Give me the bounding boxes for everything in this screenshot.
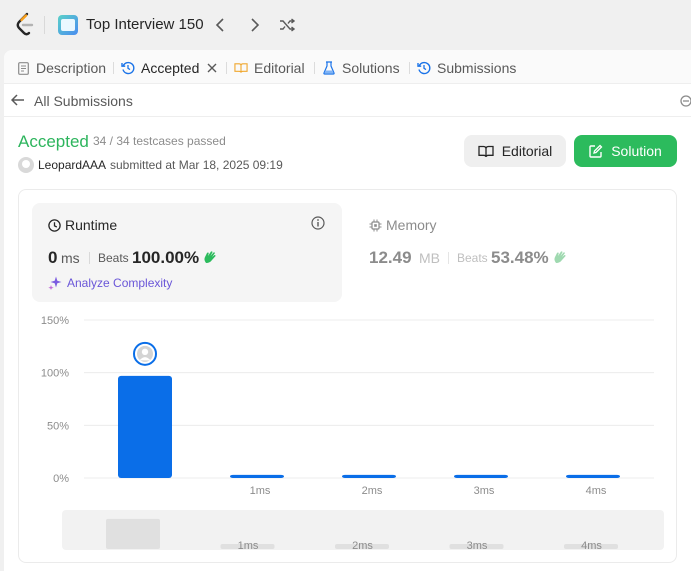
chevron-left-icon — [215, 18, 224, 32]
random-problem-button[interactable] — [276, 14, 298, 36]
avatar[interactable] — [18, 157, 34, 173]
share-icon[interactable] — [679, 94, 691, 108]
runtime-title: Runtime — [48, 217, 117, 233]
x-tick-label: 1ms — [250, 485, 271, 497]
study-plan-title[interactable]: Top Interview 150 — [86, 16, 204, 33]
chart-bar[interactable] — [118, 375, 172, 478]
runtime-value: 0 — [48, 248, 58, 267]
memory-beats-percent: 53.48% — [491, 248, 549, 267]
y-tick-label: 0% — [53, 473, 69, 485]
overview-tick-label: 3ms — [467, 540, 488, 552]
overview-tick-label: 4ms — [581, 540, 602, 552]
memory-beats-label: Beats — [457, 251, 488, 265]
chart-bar[interactable] — [230, 474, 284, 478]
overview-bar — [106, 518, 160, 549]
tab-divider — [314, 62, 315, 74]
tab-label: Accepted — [141, 60, 200, 76]
x-tick-label: 3ms — [474, 485, 495, 497]
arrow-left-icon[interactable] — [11, 94, 25, 106]
book-icon — [478, 145, 494, 157]
tab-bar: Description Accepted Editorial Solutions — [4, 50, 691, 84]
study-plan-icon[interactable] — [58, 15, 78, 35]
submissions-subbar: All Submissions — [4, 84, 691, 117]
divider — [44, 16, 45, 34]
memory-value: 12.49 — [369, 248, 412, 267]
solution-button-label: Solution — [611, 143, 662, 159]
history-icon — [121, 61, 135, 75]
editorial-button-label: Editorial — [501, 143, 553, 159]
all-submissions-link[interactable]: All Submissions — [34, 93, 133, 109]
previous-problem-button[interactable] — [209, 14, 231, 36]
submitted-time: submitted at Mar 18, 2025 09:19 — [110, 158, 283, 172]
overview-tick-label: 2ms — [352, 540, 373, 552]
avatar-head — [141, 348, 149, 356]
sparkle-icon — [48, 276, 62, 290]
y-tick-label: 50% — [47, 420, 69, 432]
divider — [89, 252, 90, 264]
chevron-right-icon — [251, 18, 260, 32]
chip-icon — [369, 219, 382, 231]
performance-card: Runtime 0 ms Beats 100.00% Analyze Compl… — [18, 189, 677, 563]
runtime-unit: ms — [61, 250, 80, 266]
tab-label: Description — [36, 60, 107, 76]
tab-submissions[interactable]: Submissions — [417, 59, 516, 77]
tab-divider — [409, 62, 410, 74]
top-bar: Top Interview 150 — [0, 0, 691, 50]
close-icon[interactable] — [207, 63, 217, 73]
y-tick-label: 100% — [41, 368, 69, 380]
tab-divider — [113, 62, 114, 74]
submission-status: Accepted — [18, 132, 89, 151]
tab-label: Editorial — [254, 60, 305, 76]
tab-solutions[interactable]: Solutions — [322, 59, 400, 77]
leetcode-logo[interactable] — [13, 12, 37, 38]
shuffle-icon — [280, 18, 295, 32]
memory-title[interactable]: Memory — [369, 217, 437, 233]
analyze-complexity-label: Analyze Complexity — [67, 276, 173, 290]
x-tick-label: 4ms — [586, 485, 607, 497]
memory-unit: MB — [419, 250, 440, 266]
runtime-beats-percent: 100.00% — [132, 248, 200, 267]
runtime-panel[interactable]: Runtime 0 ms Beats 100.00% Analyze Compl… — [32, 203, 342, 302]
history-icon — [417, 61, 431, 75]
memory-title-text: Memory — [386, 217, 437, 233]
tab-label: Solutions — [342, 60, 400, 76]
next-problem-button[interactable] — [244, 14, 266, 36]
chart-bar[interactable] — [454, 474, 508, 478]
tab-divider — [226, 62, 227, 74]
testcases-summary: 34 / 34 testcases passed — [93, 134, 226, 148]
book-icon — [234, 61, 248, 75]
clap-icon — [204, 251, 216, 263]
clock-icon — [48, 218, 61, 232]
editorial-button[interactable]: Editorial — [464, 135, 566, 167]
description-icon — [16, 61, 30, 75]
solution-button[interactable]: Solution — [574, 135, 677, 167]
runtime-beats-label: Beats — [98, 251, 129, 265]
x-tick-label: 2ms — [362, 485, 383, 497]
y-tick-label: 150% — [41, 315, 69, 327]
tab-accepted[interactable]: Accepted — [121, 59, 217, 77]
chart-bar[interactable] — [342, 474, 396, 478]
tab-label: Submissions — [437, 60, 517, 76]
tab-description[interactable]: Description — [16, 59, 106, 77]
username-link[interactable]: LeopardAAA — [38, 158, 106, 172]
edit-icon — [589, 144, 603, 158]
runtime-title-text: Runtime — [65, 217, 118, 233]
divider — [448, 252, 449, 264]
chart-bar[interactable] — [566, 474, 620, 478]
info-icon[interactable] — [311, 216, 325, 230]
flask-icon — [322, 61, 336, 75]
clap-icon — [554, 251, 566, 263]
tab-editorial[interactable]: Editorial — [234, 59, 305, 77]
overview-tick-label: 1ms — [238, 540, 259, 552]
analyze-complexity-button[interactable]: Analyze Complexity — [48, 276, 172, 290]
